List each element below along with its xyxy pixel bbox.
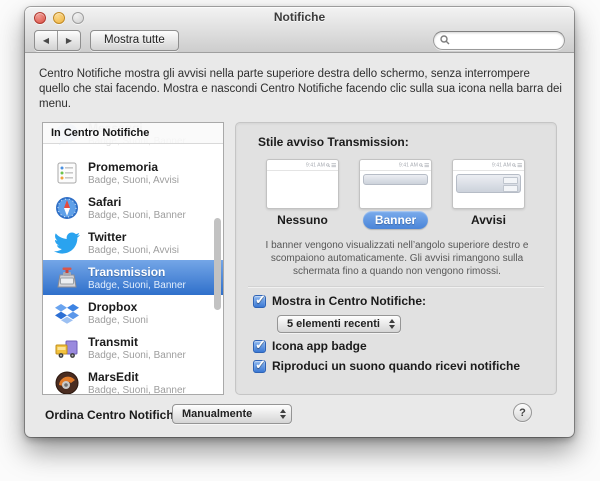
minimize-button[interactable] — [53, 12, 65, 24]
list-icon — [424, 163, 429, 167]
checkbox-row-show-in-nc[interactable]: Mostra in Centro Notifiche: — [253, 294, 426, 308]
list-item-detail: Badge, Suoni, Banner — [88, 350, 186, 361]
popup-value: 5 elementi recenti — [287, 318, 380, 330]
alert-button-shape — [503, 185, 518, 192]
notification-detail-panel: Stile avviso Transmission: 9:41 AM 9:41 … — [235, 122, 557, 395]
sort-popup[interactable]: Manualmente — [172, 404, 292, 424]
search-icon — [326, 163, 330, 167]
preview-clock: 9:41 AM — [492, 162, 511, 168]
checkbox-label: Icona app badge — [272, 339, 367, 353]
sidebar-item-dropbox[interactable]: Dropbox Badge, Suoni — [43, 295, 223, 330]
list-item-name: MarsEdit — [88, 370, 186, 384]
sidebar-item-safari[interactable]: Safari Badge, Suoni, Banner — [43, 190, 223, 225]
sidebar-item-twitter[interactable]: Twitter Badge, Suoni, Avvisi — [43, 225, 223, 260]
list-item-detail: Badge, Suoni, Banner — [88, 385, 186, 396]
back-button[interactable]: ◀ — [35, 31, 58, 50]
recent-items-popup[interactable]: 5 elementi recenti — [277, 315, 401, 333]
list-section-header: In Centro Notifiche — [43, 123, 223, 144]
dropbox-icon — [54, 300, 80, 326]
close-button[interactable] — [34, 12, 46, 24]
style-option-avvisi[interactable]: Avvisi — [471, 213, 506, 227]
preview-banner[interactable]: 9:41 AM — [359, 159, 432, 209]
checkbox-label: Mostra in Centro Notifiche: — [272, 294, 426, 308]
list-icon — [517, 163, 522, 167]
list-item-detail: Badge, Suoni — [88, 315, 148, 326]
forward-button[interactable]: ▶ — [58, 31, 80, 50]
preview-clock: 9:41 AM — [306, 162, 325, 168]
preferences-window: Notifiche ◀ ▶ Mostra tutte Centro Notifi… — [25, 7, 574, 437]
window-title: Notifiche — [25, 7, 574, 28]
banner-shape — [363, 174, 428, 185]
titlebar[interactable]: Notifiche — [25, 7, 574, 28]
preview-menubar: 9:41 AM — [267, 160, 338, 171]
search-icon — [419, 163, 423, 167]
zoom-button[interactable] — [72, 12, 84, 24]
marsedit-icon — [54, 370, 80, 396]
intro-text: Centro Notifiche mostra gli avvisi nella… — [39, 67, 563, 112]
sidebar-item-marsedit[interactable]: MarsEdit Badge, Suoni, Banner — [43, 365, 223, 395]
preview-clock: 9:41 AM — [399, 162, 418, 168]
alert-style-names: Nessuno Banner Avvisi — [266, 211, 525, 229]
help-button[interactable]: ? — [513, 403, 532, 422]
reminders-icon — [54, 160, 80, 186]
list-item-name: Transmit — [88, 335, 186, 349]
list-item-name: Transmission — [88, 265, 186, 279]
checkbox-label: Riproduci un suono quando ricevi notific… — [272, 359, 520, 373]
list-item-detail: Badge, Suoni, Banner — [88, 280, 186, 291]
sidebar-item-promemoria[interactable]: Promemoria Badge, Suoni, Avvisi — [43, 155, 223, 190]
popup-arrows-icon — [389, 319, 395, 329]
sidebar-scrollbar[interactable] — [214, 218, 221, 310]
search-input[interactable] — [433, 31, 565, 50]
preview-none[interactable]: 9:41 AM — [266, 159, 339, 209]
preview-menubar: 9:41 AM — [360, 160, 431, 171]
window-header: Notifiche ◀ ▶ Mostra tutte — [25, 7, 574, 53]
list-item-detail: Badge, Suoni, Avvisi — [88, 175, 179, 186]
style-option-nessuno[interactable]: Nessuno — [277, 213, 328, 227]
popup-arrows-icon — [280, 409, 286, 419]
list-item-name: Promemoria — [88, 160, 179, 174]
search-icon — [440, 35, 450, 45]
list-item-detail: Badge, Suoni, Banner — [88, 210, 186, 221]
style-option-banner-selected[interactable]: Banner — [363, 211, 428, 229]
style-caption: I banner vengono visualizzati nell’angol… — [252, 239, 542, 278]
list-rows: Promemoria Badge, Suoni, Avvisi Safari — [43, 155, 223, 395]
twitter-icon — [54, 230, 80, 256]
sidebar-item-transmission[interactable]: Transmission Badge, Suoni, Banner — [43, 260, 223, 295]
transmission-icon — [54, 265, 80, 291]
toolbar: ◀ ▶ Mostra tutte — [25, 28, 574, 52]
checkbox-checked-icon[interactable] — [253, 295, 266, 308]
checkbox-row-badge[interactable]: Icona app badge — [253, 339, 367, 353]
alert-shape — [456, 174, 521, 193]
safari-icon — [54, 195, 80, 221]
transmit-icon — [54, 335, 80, 361]
panel-divider — [248, 286, 544, 287]
sidebar-item-transmit[interactable]: Transmit Badge, Suoni, Banner — [43, 330, 223, 365]
list-item-name: Safari — [88, 195, 186, 209]
list-item-name: Twitter — [88, 230, 179, 244]
checkbox-checked-icon[interactable] — [253, 340, 266, 353]
alert-style-previews: 9:41 AM 9:41 AM — [266, 159, 525, 209]
notification-app-list: Messaggi Badge, Suoni, Banner In Centro … — [42, 122, 224, 395]
search-icon — [512, 163, 516, 167]
history-nav: ◀ ▶ — [34, 30, 81, 51]
show-all-button[interactable]: Mostra tutte — [90, 30, 179, 51]
alert-style-label: Stile avviso Transmission: — [258, 135, 409, 149]
list-item-name: Dropbox — [88, 300, 148, 314]
preview-menubar: 9:41 AM — [453, 160, 524, 171]
traffic-lights — [34, 12, 84, 24]
preview-alerts[interactable]: 9:41 AM — [452, 159, 525, 209]
checkbox-row-sound[interactable]: Riproduci un suono quando ricevi notific… — [253, 359, 520, 373]
sort-label: Ordina Centro Notifiche: — [45, 408, 184, 422]
list-icon — [331, 163, 336, 167]
checkbox-checked-icon[interactable] — [253, 360, 266, 373]
alert-button-shape — [503, 177, 518, 184]
list-item-detail: Badge, Suoni, Avvisi — [88, 245, 179, 256]
popup-value: Manualmente — [182, 408, 252, 420]
